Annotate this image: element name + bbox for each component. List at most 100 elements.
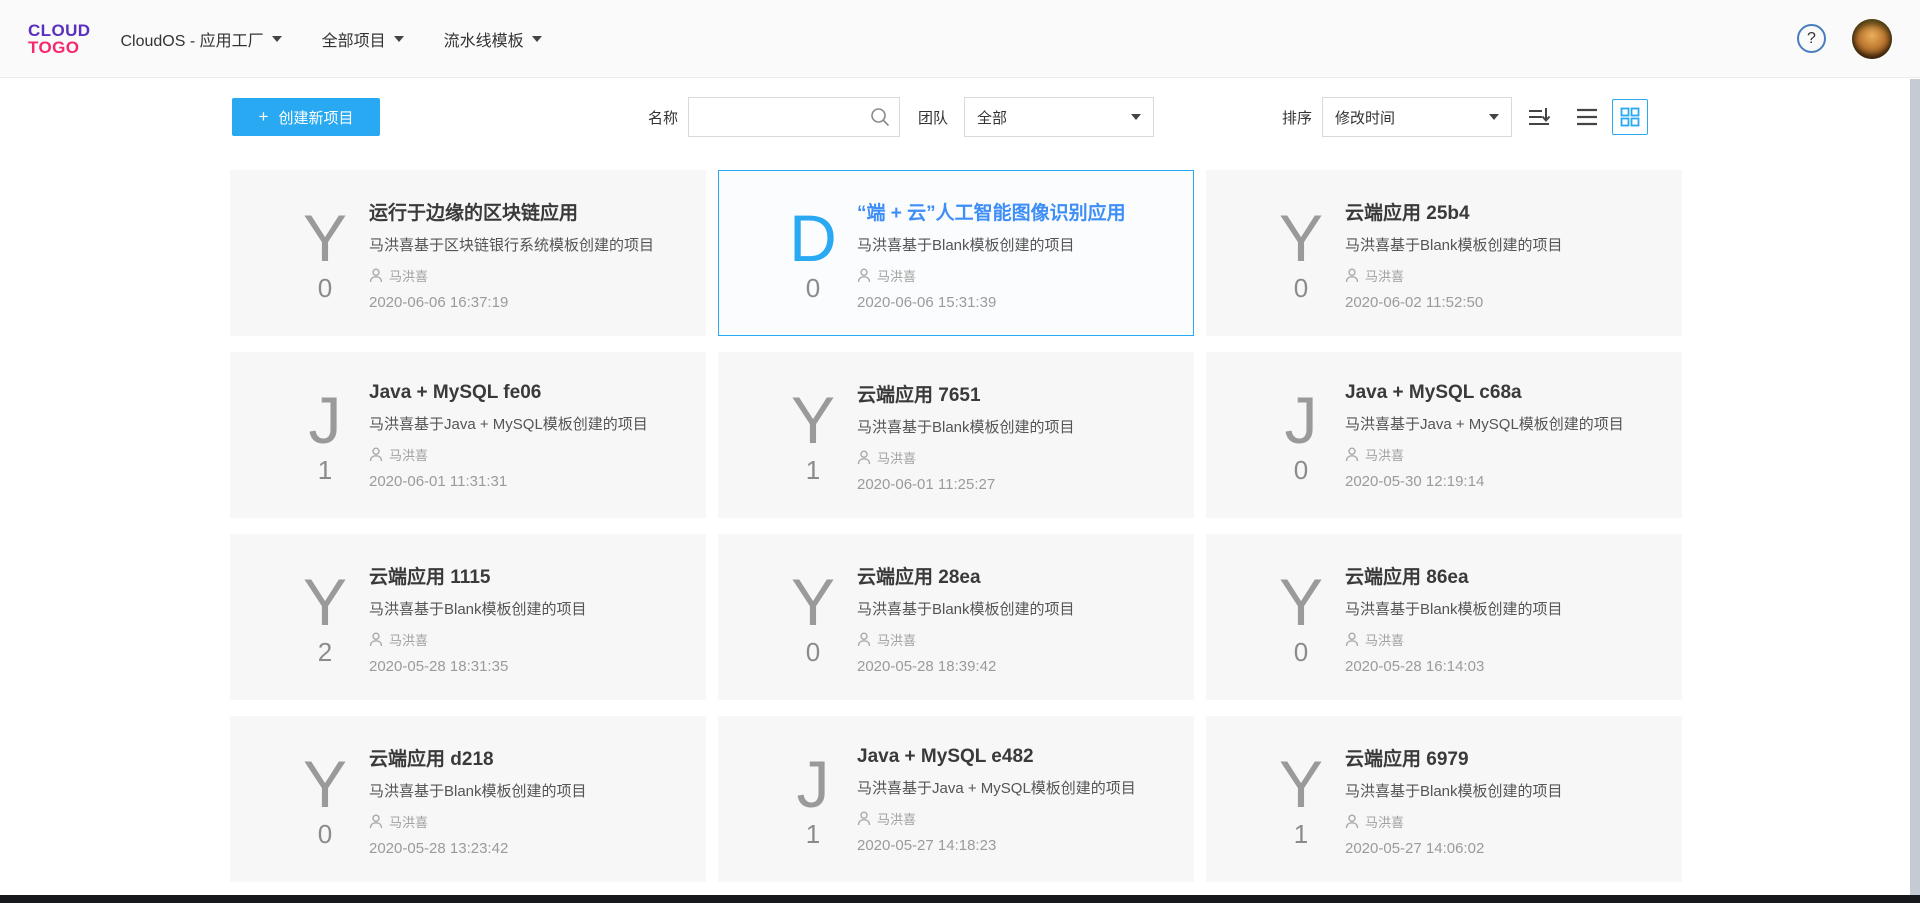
project-letter-block: Y 0 <box>1257 205 1345 301</box>
create-project-label: 创建新项目 <box>278 107 353 128</box>
chevron-down-icon <box>532 36 542 42</box>
grid-view-button[interactable] <box>1612 99 1648 135</box>
project-count: 1 <box>806 457 820 483</box>
search-input[interactable] <box>699 109 869 125</box>
project-owner-name: 马洪喜 <box>389 812 428 831</box>
project-letter: Y <box>1279 569 1323 635</box>
project-modified-time: 2020-06-02 11:52:50 <box>1345 294 1657 311</box>
project-modified-time: 2020-05-28 18:31:35 <box>369 658 681 675</box>
project-title[interactable]: Java + MySQL c68a <box>1345 382 1657 404</box>
vertical-scrollbar[interactable] <box>1910 79 1920 895</box>
project-letter: Y <box>1279 751 1323 817</box>
project-owner-row: 马洪喜 <box>857 809 1169 828</box>
sort-direction-button[interactable] <box>1526 104 1552 130</box>
project-owner-row: 马洪喜 <box>857 266 1169 285</box>
search-icon[interactable] <box>869 106 891 128</box>
project-letter-block: J 1 <box>769 751 857 847</box>
project-info: Java + MySQL fe06 马洪喜基于Java + MySQL模板创建的… <box>369 380 705 490</box>
person-icon <box>369 447 383 462</box>
project-letter: J <box>1285 387 1318 453</box>
project-title[interactable]: Java + MySQL fe06 <box>369 382 681 404</box>
project-card[interactable]: J 0 Java + MySQL c68a 马洪喜基于Java + MySQL模… <box>1206 352 1682 518</box>
project-letter-block: Y 2 <box>281 569 369 665</box>
nav-cloudos-label: CloudOS - 应用工厂 <box>120 27 263 51</box>
project-title[interactable]: 云端应用 7651 <box>857 380 1169 407</box>
project-owner-name: 马洪喜 <box>389 630 428 649</box>
project-owner-name: 马洪喜 <box>1365 266 1404 285</box>
project-count: 0 <box>318 275 332 301</box>
person-icon <box>369 268 383 283</box>
help-icon[interactable]: ? <box>1797 24 1826 53</box>
project-description: 马洪喜基于Blank模板创建的项目 <box>857 598 1169 619</box>
project-card[interactable]: Y 0 云端应用 86ea 马洪喜基于Blank模板创建的项目 马洪喜 2020… <box>1206 534 1682 700</box>
project-owner-name: 马洪喜 <box>389 445 428 464</box>
project-modified-time: 2020-05-27 14:18:23 <box>857 837 1169 854</box>
project-letter-block: Y 0 <box>1257 569 1345 665</box>
project-title[interactable]: “端 + 云”人工智能图像识别应用 <box>857 198 1169 225</box>
bottom-edge-bar <box>0 895 1920 903</box>
top-header: CLOUD TOGO CloudOS - 应用工厂 全部项目 流水线模板 ? <box>0 0 1920 78</box>
project-modified-time: 2020-05-28 16:14:03 <box>1345 658 1657 675</box>
create-project-button[interactable]: + 创建新项目 <box>232 98 380 136</box>
sort-descending-icon <box>1526 104 1552 130</box>
project-title[interactable]: 云端应用 25b4 <box>1345 198 1657 225</box>
project-count: 1 <box>318 457 332 483</box>
project-title[interactable]: 云端应用 6979 <box>1345 744 1657 771</box>
project-card[interactable]: D 0 “端 + 云”人工智能图像识别应用 马洪喜基于Blank模板创建的项目 … <box>718 170 1194 336</box>
project-owner-name: 马洪喜 <box>1365 445 1404 464</box>
project-description: 马洪喜基于Blank模板创建的项目 <box>369 598 681 619</box>
project-modified-time: 2020-05-28 13:23:42 <box>369 840 681 857</box>
nav-all-projects[interactable]: 全部项目 <box>322 27 404 51</box>
project-title[interactable]: Java + MySQL e482 <box>857 746 1169 768</box>
project-title[interactable]: 云端应用 d218 <box>369 744 681 771</box>
project-info: 云端应用 1115 马洪喜基于Blank模板创建的项目 马洪喜 2020-05-… <box>369 560 705 675</box>
project-card[interactable]: Y 1 云端应用 6979 马洪喜基于Blank模板创建的项目 马洪喜 2020… <box>1206 716 1682 882</box>
project-letter-block: Y 0 <box>281 751 369 847</box>
project-letter-block: J 0 <box>1257 387 1345 483</box>
project-modified-time: 2020-05-28 18:39:42 <box>857 658 1169 675</box>
project-title[interactable]: 云端应用 86ea <box>1345 562 1657 589</box>
user-avatar[interactable] <box>1852 19 1892 59</box>
nav-pipeline-templates[interactable]: 流水线模板 <box>444 27 542 51</box>
project-owner-row: 马洪喜 <box>369 812 681 831</box>
sort-selected-value: 修改时间 <box>1335 107 1395 128</box>
project-description: 马洪喜基于Blank模板创建的项目 <box>369 780 681 801</box>
project-letter: Y <box>1279 205 1323 271</box>
project-letter: Y <box>791 569 835 635</box>
chevron-down-icon <box>272 36 282 42</box>
list-view-icon <box>1576 107 1598 127</box>
nav-cloudos-app-factory[interactable]: CloudOS - 应用工厂 <box>120 27 281 51</box>
project-card[interactable]: Y 0 云端应用 25b4 马洪喜基于Blank模板创建的项目 马洪喜 2020… <box>1206 170 1682 336</box>
project-description: 马洪喜基于区块链银行系统模板创建的项目 <box>369 234 681 255</box>
sort-select[interactable]: 修改时间 <box>1322 97 1512 137</box>
project-card[interactable]: J 1 Java + MySQL e482 马洪喜基于Java + MySQL模… <box>718 716 1194 882</box>
project-card[interactable]: Y 0 云端应用 d218 马洪喜基于Blank模板创建的项目 马洪喜 2020… <box>230 716 706 882</box>
cloudtogo-logo[interactable]: CLOUD TOGO <box>28 22 90 56</box>
team-select[interactable]: 全部 <box>964 97 1154 137</box>
project-info: 云端应用 d218 马洪喜基于Blank模板创建的项目 马洪喜 2020-05-… <box>369 742 705 857</box>
project-title[interactable]: 云端应用 1115 <box>369 562 681 589</box>
chevron-down-icon <box>1489 114 1499 120</box>
project-card[interactable]: J 1 Java + MySQL fe06 马洪喜基于Java + MySQL模… <box>230 352 706 518</box>
team-label: 团队 <box>918 107 948 128</box>
project-description: 马洪喜基于Blank模板创建的项目 <box>1345 234 1657 255</box>
project-owner-row: 马洪喜 <box>1345 630 1657 649</box>
project-letter: Y <box>303 205 347 271</box>
project-description: 马洪喜基于Java + MySQL模板创建的项目 <box>369 413 681 434</box>
project-card[interactable]: Y 1 云端应用 7651 马洪喜基于Blank模板创建的项目 马洪喜 2020… <box>718 352 1194 518</box>
search-label: 名称 <box>648 107 678 128</box>
nav-pipeline-templates-label: 流水线模板 <box>444 27 524 51</box>
project-title[interactable]: 运行于边缘的区块链应用 <box>369 198 681 225</box>
project-card[interactable]: Y 2 云端应用 1115 马洪喜基于Blank模板创建的项目 马洪喜 2020… <box>230 534 706 700</box>
project-count: 0 <box>1294 639 1308 665</box>
project-count: 0 <box>806 639 820 665</box>
project-description: 马洪喜基于Java + MySQL模板创建的项目 <box>857 777 1169 798</box>
project-count: 0 <box>1294 457 1308 483</box>
project-title[interactable]: 云端应用 28ea <box>857 562 1169 589</box>
project-card[interactable]: Y 0 云端应用 28ea 马洪喜基于Blank模板创建的项目 马洪喜 2020… <box>718 534 1194 700</box>
logo-line1: CLOUD <box>28 22 90 39</box>
project-card[interactable]: Y 0 运行于边缘的区块链应用 马洪喜基于区块链银行系统模板创建的项目 马洪喜 … <box>230 170 706 336</box>
project-modified-time: 2020-05-27 14:06:02 <box>1345 840 1657 857</box>
list-view-button[interactable] <box>1576 107 1598 127</box>
project-owner-row: 马洪喜 <box>857 630 1169 649</box>
